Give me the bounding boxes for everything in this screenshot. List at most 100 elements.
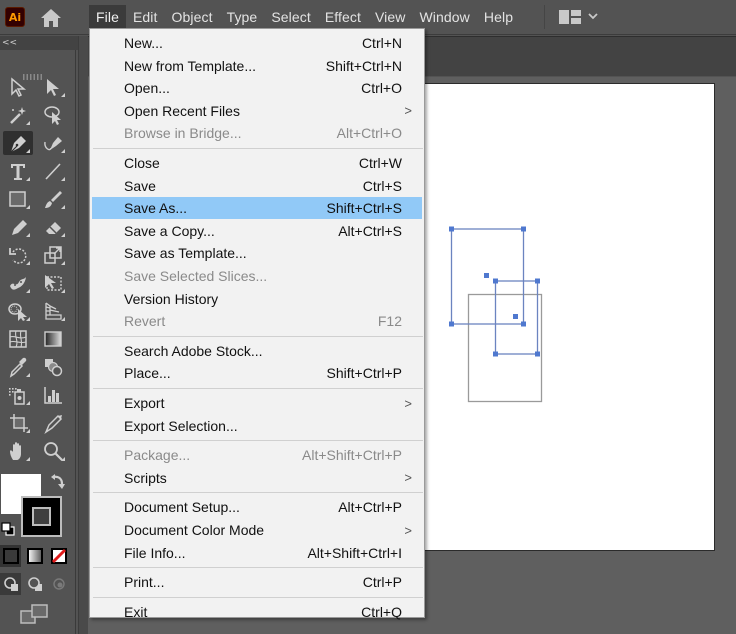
- menu-item-new-from-template[interactable]: New from Template... Shift+Ctrl+N: [92, 55, 422, 77]
- menu-item-file-info[interactable]: File Info... Alt+Shift+Ctrl+I: [92, 542, 422, 564]
- tool-group-indicator: [26, 457, 30, 461]
- tool-group-indicator: [61, 93, 65, 97]
- mesh-tool[interactable]: [3, 327, 33, 351]
- hand-tool[interactable]: [3, 439, 33, 463]
- menu-item-document-color-mode[interactable]: Document Color Mode >: [92, 519, 422, 541]
- tool-group-indicator: [26, 261, 30, 265]
- menu-item-export[interactable]: Export >: [92, 392, 422, 414]
- menu-separator: [93, 388, 423, 389]
- menu-item-shortcut: Shift+Ctrl+S: [326, 200, 402, 217]
- menu-item-print[interactable]: Print... Ctrl+P: [92, 571, 422, 593]
- home-icon[interactable]: [39, 7, 63, 29]
- app-logo: Ai: [5, 7, 25, 27]
- menu-item-shortcut: Shift+Ctrl+P: [326, 365, 402, 382]
- shaper-tool[interactable]: [3, 215, 33, 239]
- menu-item-label: Print...: [124, 574, 165, 591]
- workspace-switcher-icon[interactable]: [559, 10, 581, 24]
- eyedropper-tool[interactable]: [3, 355, 33, 379]
- default-colors-icon[interactable]: [1, 522, 15, 536]
- menu-item-label: Search Adobe Stock...: [124, 342, 263, 359]
- menu-item-scripts[interactable]: Scripts >: [92, 467, 422, 489]
- perspective-grid-tool[interactable]: [38, 299, 68, 323]
- magic-wand-tool[interactable]: [3, 103, 33, 127]
- menu-item-shortcut: Ctrl+N: [361, 35, 402, 51]
- menu-type[interactable]: Type: [220, 5, 265, 29]
- line-segment-tool[interactable]: [38, 159, 68, 183]
- menu-item-shortcut: Alt+Shift+Ctrl+I: [307, 544, 402, 561]
- menu-item-label: Export Selection...: [124, 417, 238, 434]
- eraser-tool[interactable]: [38, 215, 68, 239]
- slice-tool[interactable]: [38, 411, 68, 435]
- column-graph-tool[interactable]: [38, 383, 68, 407]
- menu-object[interactable]: Object: [165, 5, 220, 29]
- draw-behind-button[interactable]: [24, 573, 45, 595]
- zoom-tool[interactable]: [38, 439, 68, 463]
- screen-mode-icon[interactable]: [20, 604, 48, 624]
- menu-view[interactable]: View: [368, 5, 413, 29]
- color-mode-button[interactable]: [0, 545, 21, 567]
- menu-item-save-as-template[interactable]: Save as Template...: [92, 242, 422, 264]
- selection-tool[interactable]: [3, 75, 33, 99]
- menu-item-label: Save As...: [124, 200, 188, 217]
- menu-item-save[interactable]: Save Ctrl+S: [92, 175, 422, 197]
- lasso-tool[interactable]: [38, 103, 68, 127]
- menu-item-save-a-copy[interactable]: Save a Copy... Alt+Ctrl+S: [92, 220, 422, 242]
- tool-group-indicator: [61, 149, 65, 153]
- menu-edit[interactable]: Edit: [126, 5, 165, 29]
- menu-item-save-as[interactable]: Save As... Shift+Ctrl+S: [92, 197, 422, 220]
- tool-group-indicator: [61, 233, 65, 237]
- rotate-tool[interactable]: [3, 243, 33, 267]
- menu-file[interactable]: File: [89, 5, 126, 29]
- menu-select[interactable]: Select: [264, 5, 318, 29]
- draw-inside-button[interactable]: [48, 573, 69, 595]
- menu-window[interactable]: Window: [412, 5, 476, 29]
- anchor-points: [449, 226, 540, 357]
- menu-item-version-history[interactable]: Version History: [92, 288, 422, 310]
- menu-item-shortcut: Ctrl+W: [358, 155, 402, 171]
- swap-fill-stroke-icon[interactable]: [51, 474, 65, 490]
- gradient-tool[interactable]: [38, 327, 68, 351]
- chevron-right-icon: >: [404, 103, 412, 119]
- direct-selection-tool[interactable]: [38, 75, 68, 99]
- blend-tool[interactable]: [38, 355, 68, 379]
- free-transform-tool[interactable]: [38, 271, 68, 295]
- gradient-mode-button[interactable]: [24, 545, 45, 567]
- puppet-warp-tool[interactable]: [3, 271, 33, 295]
- menu-item-label: Document Color Mode: [124, 522, 265, 538]
- draw-inside-icon: [52, 578, 65, 590]
- shape-builder-tool[interactable]: [3, 299, 33, 323]
- stroke-color-swatch[interactable]: [21, 496, 62, 537]
- symbol-sprayer-tool[interactable]: [3, 383, 33, 407]
- menu-item-new[interactable]: New... Ctrl+N: [92, 32, 422, 54]
- menu-item-document-setup[interactable]: Document Setup... Alt+Ctrl+P: [92, 496, 422, 518]
- blend-icon: [45, 359, 63, 377]
- rectangle-tool[interactable]: [3, 187, 33, 211]
- menu-help[interactable]: Help: [477, 5, 520, 29]
- menu-item-export-selection[interactable]: Export Selection...: [92, 415, 422, 437]
- none-mode-button[interactable]: [48, 545, 69, 567]
- menu-item-open[interactable]: Open... Ctrl+O: [92, 77, 422, 99]
- menu-effect[interactable]: Effect: [318, 5, 368, 29]
- panel-scroll-edge: [78, 36, 88, 634]
- menu-item-place[interactable]: Place... Shift+Ctrl+P: [92, 362, 422, 384]
- none-swatch-icon: [50, 548, 67, 564]
- chevron-down-icon[interactable]: [588, 11, 598, 21]
- menu-separator: [93, 596, 423, 598]
- draw-normal-button[interactable]: [0, 573, 21, 595]
- artwork[interactable]: [440, 215, 560, 415]
- paintbrush-tool[interactable]: [38, 187, 68, 211]
- menu-item-search-adobe-stock[interactable]: Search Adobe Stock...: [92, 340, 422, 362]
- artboard-tool[interactable]: [3, 411, 33, 435]
- column-graph-icon: [44, 387, 62, 404]
- menu-item-open-recent-files[interactable]: Open Recent Files >: [92, 100, 422, 122]
- gradient-icon: [44, 331, 62, 347]
- type-tool[interactable]: [3, 159, 33, 183]
- menu-item-shortcut: Alt+Shift+Ctrl+P: [302, 447, 402, 464]
- menu-item-exit[interactable]: Exit Ctrl+Q: [92, 601, 422, 623]
- toolbar-header: <<: [0, 36, 78, 50]
- menu-item-close[interactable]: Close Ctrl+W: [92, 152, 422, 174]
- collapse-panel-icon[interactable]: <<: [2, 36, 17, 50]
- curvature-tool[interactable]: [38, 131, 68, 155]
- scale-tool[interactable]: [38, 243, 68, 267]
- pen-tool[interactable]: [3, 131, 33, 155]
